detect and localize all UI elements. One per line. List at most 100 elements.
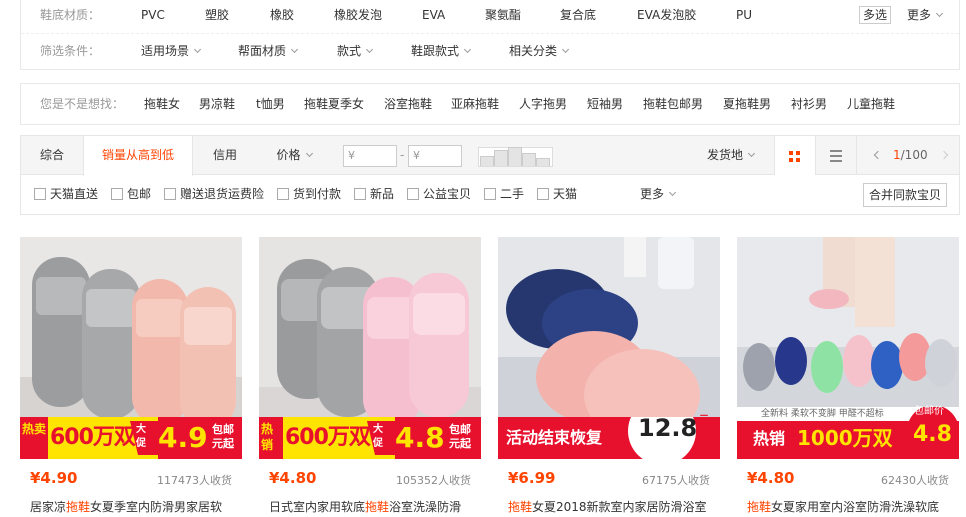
banner-tag-text: 大促 [373,424,383,449]
checkbox-icon [34,188,46,200]
sole-material-row: 鞋底材质： PVC 塑胶 橡胶 橡胶发泡 EVA 聚氨酯 复合底 EVA发泡胶 … [21,0,959,34]
suggestion-link[interactable]: 浴室拖鞋 [384,84,432,124]
merge-same-button[interactable]: 合并同款宝贝 [863,183,948,207]
price-distribution-chart[interactable] [478,147,553,167]
list-view-button[interactable] [816,136,856,175]
checkbox-cod[interactable]: 货到付款 [277,187,341,202]
checkbox-secondhand[interactable]: 二手 [484,187,524,202]
product-title[interactable]: 居家凉拖鞋女夏季室内防滑男家居软 [30,498,235,515]
dropdown-scene[interactable]: 适用场景 [141,34,202,69]
title-highlight: 拖鞋 [66,500,91,514]
suggestion-link[interactable]: 拖鞋包邮男 [643,84,703,124]
suggestion-link[interactable]: 衬衫男 [791,84,827,124]
sole-option[interactable]: 塑胶 [205,0,229,30]
suggestion-link[interactable]: 亚麻拖鞋 [451,84,499,124]
banner-mid-text: 1000万双 [797,426,893,450]
chevron-down-icon [561,45,570,54]
more-button[interactable]: 更多 [907,6,944,24]
sole-option[interactable]: EVA发泡胶 [637,0,696,30]
sole-option[interactable]: 聚氨酯 [485,0,521,30]
sole-option[interactable]: 复合底 [560,0,596,30]
sort-tab-credit[interactable]: 信用 [193,136,257,175]
multi-select-button[interactable]: 多选 [859,6,892,24]
sort-tab-sales[interactable]: 销量从高到低 [83,136,193,176]
checkbox-label: 二手 [500,187,525,201]
checkbox-label: 公益宝贝 [423,187,472,201]
grid-icon [796,151,800,155]
dropdown-heel-style[interactable]: 鞋跟款式 [411,34,472,69]
banner-price-text: 4.8 [395,421,445,454]
chevron-left-icon[interactable] [873,150,883,160]
grid-view-button[interactable] [775,136,815,175]
product-card[interactable]: 活动结束恢复 12.8 元双 ¥6.99 67175人收货 拖鞋女夏2018新款… [498,237,720,517]
title-text: 女夏季室内防滑男家居软 [90,500,223,514]
promo-banner: 热销 600万双 大促 4.8 包邮元起 [259,417,481,459]
product-card[interactable]: 全新料 柔软不变脚 甲醛不超标 热销 1000万双 包邮价 4.8 ¥4.80 … [737,237,959,517]
banner-price-text: 4.9 [158,421,208,454]
checkbox-tmall[interactable]: 天猫 [537,187,577,202]
sort-tab-default[interactable]: 综合 [21,136,83,175]
title-text: 浴室洗澡防滑 [389,500,462,514]
product-image[interactable]: 全新料 柔软不变脚 甲醛不超标 热销 1000万双 包邮价 4.8 [737,237,959,459]
product-title[interactable]: 拖鞋女夏家用室内浴室防滑洗澡软底 [747,498,952,515]
product-image[interactable]: 活动结束恢复 12.8 元双 [498,237,720,459]
sort-bar: 综合 销量从高到低 信用 价格 ¥ - ¥ 发货地 1/100 [20,135,960,176]
banner-tag-text: 大促 [136,424,146,449]
banner-right-text: 包邮元起 [212,423,234,450]
filter-conditions-row: 筛选条件： 适用场景 帮面材质 款式 鞋跟款式 相关分类 [21,34,959,69]
sole-option[interactable]: 橡胶 [270,0,294,30]
banner-top-text: 全新料 柔软不变脚 甲醛不超标 [761,409,884,419]
product-image[interactable]: 热销 600万双 大促 4.8 包邮元起 [259,237,481,459]
checkbox-icon [484,188,496,200]
suggestion-link[interactable]: 人字拖男 [519,84,567,124]
dropdown-label: 款式 [337,44,362,58]
banner-left-text: 热销 [753,429,786,448]
checkbox-icon [277,188,289,200]
ship-from-dropdown[interactable]: 发货地 [707,136,756,175]
suggestion-label: 您是不是想找： [40,97,125,111]
suggestion-link[interactable]: 短袖男 [587,84,623,124]
suggestion-link[interactable]: 儿童拖鞋 [847,84,895,124]
checkbox-return-insurance[interactable]: 赠送退货运费险 [164,187,264,202]
price-to-input[interactable]: ¥ [408,145,462,167]
checkbox-free-shipping[interactable]: 包邮 [111,187,151,202]
product-image[interactable]: 热卖 600万双 大促 4.9 包邮元起 [20,237,242,459]
suggestion-link[interactable]: 男凉鞋 [199,84,235,124]
title-highlight: 拖鞋 [508,500,533,514]
checkbox-icon [537,188,549,200]
promo-banner: 热卖 600万双 大促 4.9 包邮元起 [20,417,242,459]
product-title[interactable]: 日式室内家用软底拖鞋浴室洗澡防滑 [269,498,474,515]
checkbox-label: 天猫 [553,187,578,201]
chevron-right-icon[interactable] [939,150,949,160]
mini-pager: 1/100 [857,136,960,175]
checkbox-charity[interactable]: 公益宝贝 [407,187,471,202]
dropdown-style[interactable]: 款式 [337,34,374,69]
price-from-input[interactable]: ¥ [343,145,397,167]
product-card[interactable]: 热卖 600万双 大促 4.9 包邮元起 ¥4.90 117473人收货 居家凉… [20,237,242,517]
suggestion-link[interactable]: 拖鞋女 [144,84,180,124]
sole-option[interactable]: PVC [141,0,165,30]
sole-option[interactable]: EVA [422,0,445,30]
dropdown-upper-material[interactable]: 帮面材质 [238,34,299,69]
suggestion-link[interactable]: t恤男 [256,84,285,124]
suggestion-link[interactable]: 夏拖鞋男 [723,84,771,124]
checkbox-tmall-direct[interactable]: 天猫直送 [34,187,98,202]
sort-tab-price[interactable]: 价格 [259,136,329,175]
checkbox-new[interactable]: 新品 [354,187,394,202]
service-filter-row: 天猫直送 包邮 赠送退货运费险 货到付款 新品 公益宝贝 二手 天猫 更多 合并… [20,175,960,215]
suggestion-link[interactable]: 拖鞋夏季女 [304,84,364,124]
sole-option[interactable]: 橡胶发泡 [334,0,382,30]
sole-material-label: 鞋底材质： [40,8,101,22]
banner-tag-text: 包邮价 [914,406,944,417]
page-current: 1 [893,148,901,162]
grid-icon [789,158,793,162]
product-title[interactable]: 拖鞋女夏2018新款室内家居防滑浴室 [508,498,713,515]
title-highlight: 拖鞋 [747,500,772,514]
product-card[interactable]: 热销 600万双 大促 4.8 包邮元起 ¥4.80 105352人收货 日式室… [259,237,481,517]
title-text: 女夏家用室内浴室防滑洗澡软底 [771,500,940,514]
sole-option[interactable]: PU [736,0,752,30]
banner-right-text: 元双 [699,415,709,438]
filter-panel: 鞋底材质： PVC 塑胶 橡胶 橡胶发泡 EVA 聚氨酯 复合底 EVA发泡胶 … [20,0,960,70]
dropdown-related[interactable]: 相关分类 [509,34,570,69]
more-services-button[interactable]: 更多 [640,187,677,202]
